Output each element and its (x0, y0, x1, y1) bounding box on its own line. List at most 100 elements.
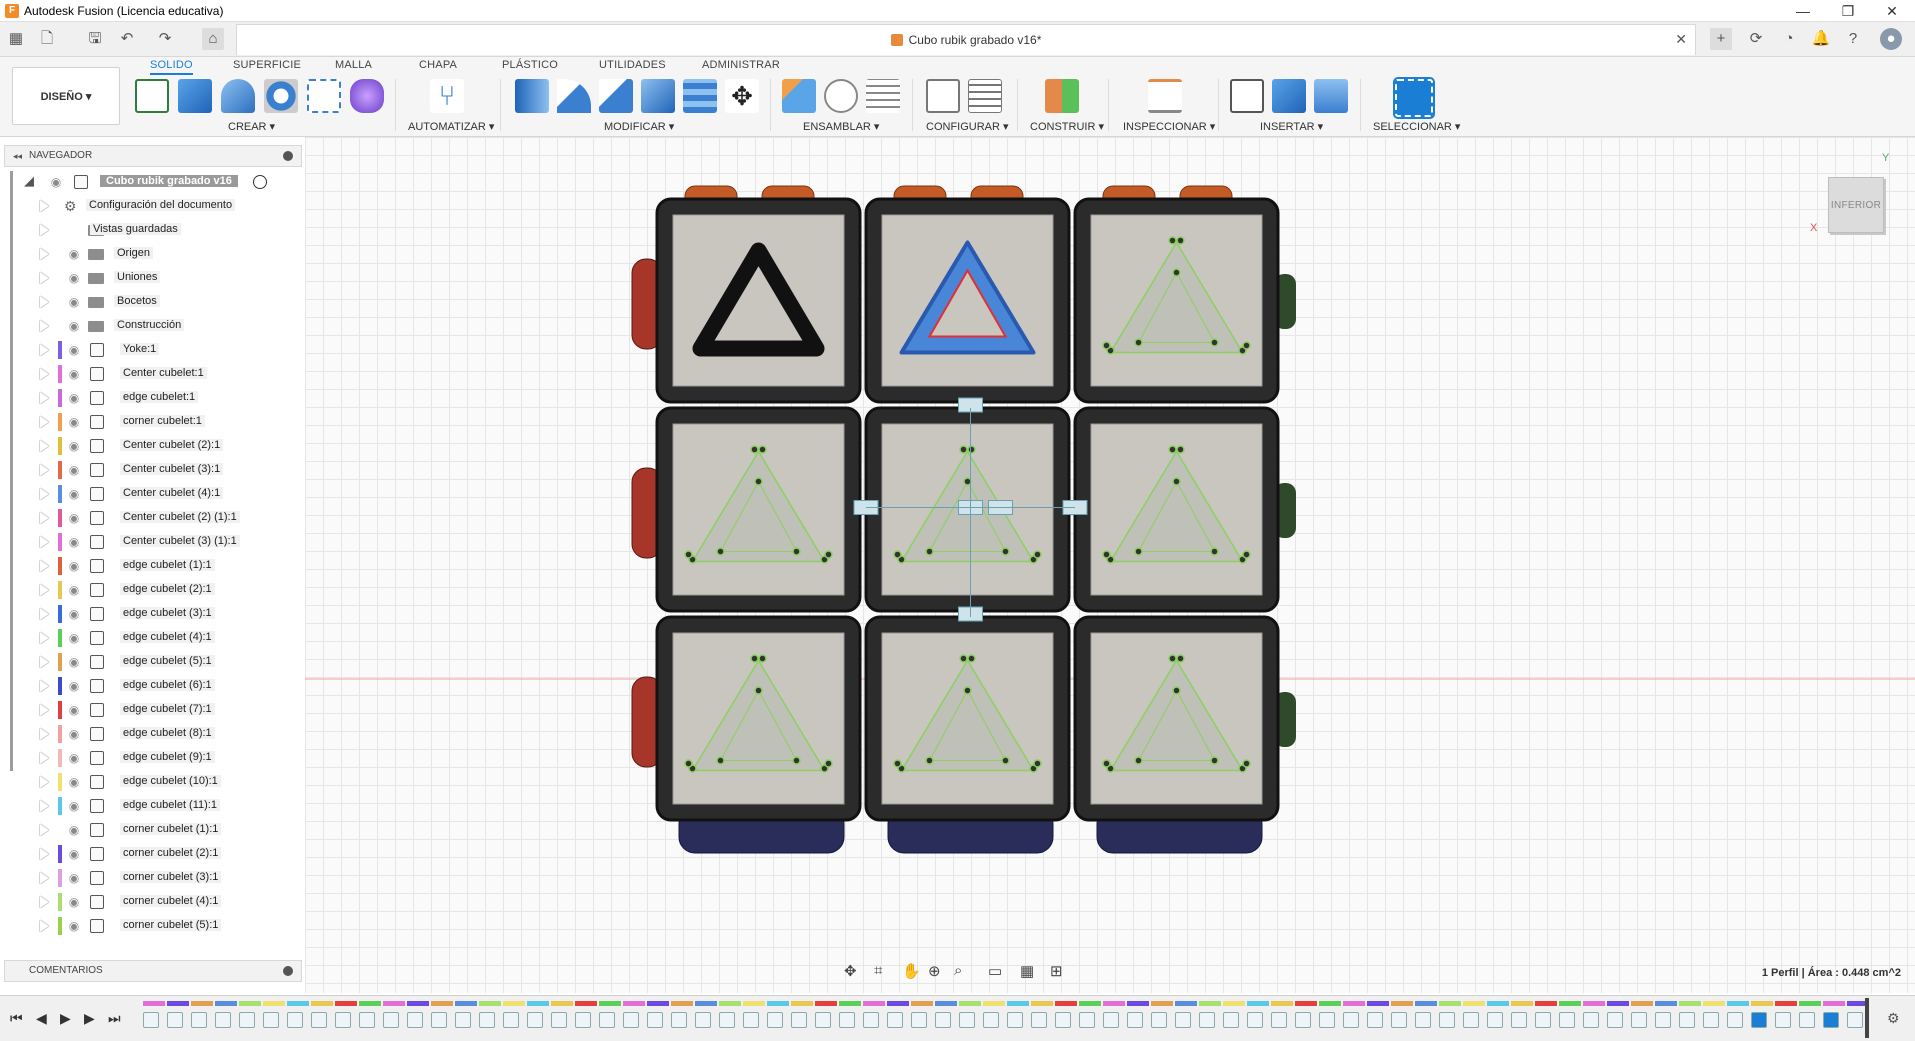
group-crear[interactable]: CREAR ▾ (228, 120, 275, 133)
measure-icon[interactable] (1148, 79, 1182, 113)
expand-icon[interactable] (40, 584, 49, 596)
tree-item[interactable]: ◉ edge cubelet (9):1 (4, 747, 304, 769)
timeline-feature-icon[interactable] (1319, 1012, 1335, 1028)
eye-icon[interactable]: ◉ (66, 583, 82, 597)
group-insertar[interactable]: INSERTAR ▾ (1260, 120, 1323, 133)
tree-item[interactable]: ◉ corner cubelet (5):1 (4, 915, 304, 937)
timeline-settings-icon[interactable]: ⚙ (1887, 1010, 1900, 1027)
expand-icon[interactable] (40, 392, 49, 404)
group-configurar[interactable]: CONFIGURAR ▾ (926, 120, 1009, 133)
expand-icon[interactable] (40, 416, 49, 428)
timeline-feature-icon[interactable] (647, 1012, 663, 1028)
eye-icon[interactable]: ◉ (66, 799, 82, 813)
expand-icon[interactable] (40, 848, 49, 860)
timeline-feature-icon[interactable] (863, 1012, 879, 1028)
expand-icon[interactable] (40, 560, 49, 572)
expand-icon[interactable] (40, 656, 49, 668)
look-at-icon[interactable]: ⌗ (874, 962, 882, 979)
group-ensamblar[interactable]: ENSAMBLAR ▾ (803, 120, 879, 133)
group-inspeccionar[interactable]: INSPECCIONAR ▾ (1123, 120, 1215, 133)
timeline-feature-icon[interactable] (479, 1012, 495, 1028)
extensions-icon[interactable]: ⟳ (1745, 28, 1767, 50)
timeline-feature-icon[interactable] (335, 1012, 351, 1028)
expand-icon[interactable] (40, 608, 49, 620)
revolve-icon[interactable] (221, 79, 255, 113)
insert-canvas-icon[interactable] (1314, 79, 1348, 113)
grid-settings-icon[interactable]: ▦ (1020, 962, 1034, 980)
insert-component-icon[interactable] (1272, 79, 1306, 113)
timeline-feature-icon[interactable] (1559, 1012, 1575, 1028)
configure-table-icon[interactable] (968, 79, 1002, 113)
file-menu-icon[interactable]: 🗋 (36, 28, 58, 50)
pan-icon[interactable]: ✋ (902, 962, 921, 980)
eye-icon[interactable]: ◉ (48, 175, 64, 189)
user-avatar-icon[interactable]: ● (1880, 28, 1902, 50)
press-pull-icon[interactable] (515, 79, 549, 113)
form-icon[interactable] (350, 79, 384, 113)
close-tab-icon[interactable]: ✕ (1675, 31, 1687, 48)
go-to-end-icon[interactable]: ⏭ (108, 1010, 121, 1027)
expand-icon[interactable] (40, 872, 49, 884)
timeline-feature-icon[interactable] (1175, 1012, 1191, 1028)
expand-icon[interactable] (40, 296, 49, 308)
timeline-feature-icon[interactable] (1007, 1012, 1023, 1028)
timeline-feature-icon[interactable] (1055, 1012, 1071, 1028)
expand-icon[interactable] (40, 632, 49, 644)
timeline-feature-icon[interactable] (1703, 1012, 1719, 1028)
expand-icon[interactable] (40, 752, 49, 764)
timeline-feature-icon[interactable] (1511, 1012, 1527, 1028)
eye-icon[interactable]: ◉ (66, 343, 82, 357)
tree-item[interactable]: ◉Vistas guardadas (4, 219, 304, 241)
timeline-feature-icon[interactable] (1439, 1012, 1455, 1028)
timeline-feature-icon[interactable] (887, 1012, 903, 1028)
timeline-feature-icon[interactable] (191, 1012, 207, 1028)
restore-button[interactable]: ❐ (1828, 1, 1868, 21)
timeline-feature-icon[interactable] (1079, 1012, 1095, 1028)
eye-icon[interactable]: ◉ (66, 631, 82, 645)
tree-item[interactable]: ◉ edge cubelet (4):1 (4, 627, 304, 649)
tab-solido[interactable]: SOLIDO (150, 59, 193, 75)
group-modificar[interactable]: MODIFICAR ▾ (604, 120, 674, 133)
expand-icon[interactable] (40, 824, 49, 836)
expand-icon[interactable] (40, 440, 49, 452)
eye-icon[interactable]: ◉ (66, 511, 82, 525)
tree-item[interactable]: ◉ corner cubelet (4):1 (4, 891, 304, 913)
eye-icon[interactable]: ◉ (66, 679, 82, 693)
eye-icon[interactable]: ◉ (66, 607, 82, 621)
eye-icon[interactable]: ◉ (66, 463, 82, 477)
tree-item[interactable]: ◉ Yoke:1 (4, 339, 304, 361)
joint-icon[interactable] (824, 79, 858, 113)
timeline-feature-icon[interactable] (287, 1012, 303, 1028)
tree-item[interactable]: ◉ edge cubelet (3):1 (4, 603, 304, 625)
expand-icon[interactable] (40, 704, 49, 716)
timeline-feature-icon[interactable] (311, 1012, 327, 1028)
timeline-feature-icon[interactable] (839, 1012, 855, 1028)
expand-icon[interactable] (40, 896, 49, 908)
go-to-start-icon[interactable]: ⏮ (10, 1010, 23, 1027)
tree-item[interactable]: ◉ Center cubelet (3):1 (4, 459, 304, 481)
document-tab[interactable]: Cubo rubik grabado v16* ✕ (236, 24, 1696, 55)
timeline-feature-icon[interactable] (1199, 1012, 1215, 1028)
timeline-feature-icon[interactable] (1031, 1012, 1047, 1028)
browser-pin-icon[interactable] (283, 151, 293, 161)
select-icon[interactable] (1393, 77, 1435, 119)
chamfer-icon[interactable] (599, 79, 633, 113)
timeline-feature-icon[interactable] (215, 1012, 231, 1028)
new-component-icon[interactable] (782, 79, 816, 113)
timeline-feature-icon[interactable] (1223, 1012, 1239, 1028)
tree-item[interactable]: ◉ edge cubelet (7):1 (4, 699, 304, 721)
timeline-feature-icon[interactable] (623, 1012, 639, 1028)
undo-icon[interactable]: ↶ (116, 28, 138, 50)
fillet-icon[interactable] (557, 79, 591, 113)
add-comment-icon[interactable] (283, 966, 293, 976)
timeline-feature-icon[interactable] (1751, 1012, 1767, 1028)
eye-icon[interactable]: ◉ (66, 871, 82, 885)
timeline-feature-icon[interactable] (1847, 1012, 1863, 1028)
play-icon[interactable]: ▶ (60, 1010, 71, 1027)
shell-icon[interactable] (641, 79, 675, 113)
timeline-feature-icon[interactable] (143, 1012, 159, 1028)
eye-icon[interactable]: ◉ (66, 727, 82, 741)
tree-item[interactable]: ◉ edge cubelet (2):1 (4, 579, 304, 601)
timeline-feature-icon[interactable] (1415, 1012, 1431, 1028)
tree-item[interactable]: ◉ edge cubelet:1 (4, 387, 304, 409)
